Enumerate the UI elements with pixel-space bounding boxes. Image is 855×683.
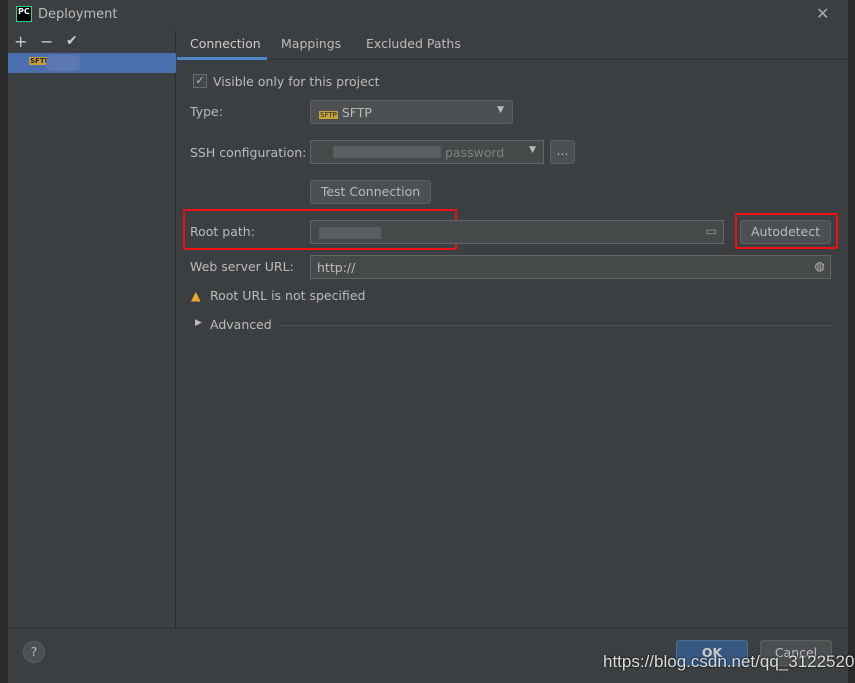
advanced-divider	[278, 325, 834, 326]
warning-icon: ▲	[191, 288, 201, 303]
tab-connection[interactable]: Connection	[190, 36, 261, 51]
visible-only-label: Visible only for this project	[213, 74, 380, 89]
ssh-host-redacted	[333, 146, 441, 158]
chevron-down-icon: ▼	[529, 145, 536, 155]
chevron-down-icon: ▼	[497, 105, 504, 115]
tab-bar: Connection Mappings Excluded Paths	[177, 30, 849, 60]
ssh-config-label: SSH configuration:	[190, 145, 307, 160]
server-name-redacted	[46, 55, 80, 71]
server-list-panel: + − ✔ SFTP	[8, 30, 176, 628]
ssh-config-select[interactable]: password ▼	[310, 140, 544, 164]
add-icon[interactable]: +	[14, 32, 27, 51]
tab-excluded-paths[interactable]: Excluded Paths	[366, 36, 461, 51]
active-tab-indicator	[177, 57, 267, 60]
web-server-url-input[interactable]: http:// ◍	[310, 255, 831, 279]
root-path-input[interactable]: ▭	[310, 220, 724, 244]
type-label: Type:	[190, 104, 223, 119]
web-server-url-label: Web server URL:	[190, 259, 294, 274]
web-server-url-value: http://	[317, 260, 356, 275]
footer-divider	[8, 628, 849, 629]
deployment-dialog: PC Deployment ✕ + − ✔ SFTP Connection Ma…	[8, 0, 849, 683]
window-title: Deployment	[38, 7, 118, 22]
watermark: https://blog.csdn.net/qq_31225201	[603, 652, 855, 671]
root-path-redacted	[319, 227, 381, 239]
ssh-config-value: password	[445, 145, 505, 160]
visible-only-checkbox[interactable]: ✓	[193, 74, 207, 88]
autodetect-button[interactable]: Autodetect	[740, 220, 831, 244]
title-bar: PC Deployment ✕	[8, 0, 849, 30]
root-path-label: Root path:	[190, 224, 255, 239]
expand-triangle-icon[interactable]: ▶	[195, 318, 202, 328]
close-icon[interactable]: ✕	[816, 4, 829, 23]
tab-mappings[interactable]: Mappings	[281, 36, 341, 51]
help-button[interactable]: ?	[23, 641, 45, 663]
warning-text: Root URL is not specified	[210, 288, 366, 303]
folder-icon[interactable]: ▭	[706, 224, 717, 238]
ssh-config-more-button[interactable]: ...	[550, 140, 575, 164]
pycharm-logo-icon: PC	[16, 6, 32, 22]
server-list-item[interactable]: SFTP	[8, 53, 176, 73]
advanced-toggle[interactable]: Advanced	[210, 317, 272, 332]
sftp-icon: SFTP	[319, 111, 338, 119]
apply-icon[interactable]: ✔	[66, 33, 78, 49]
type-value: SFTP	[341, 105, 372, 120]
type-select[interactable]: SFTP SFTP ▼	[310, 100, 513, 124]
test-connection-button[interactable]: Test Connection	[310, 180, 431, 204]
globe-icon[interactable]: ◍	[815, 259, 825, 273]
remove-icon[interactable]: −	[40, 32, 53, 51]
